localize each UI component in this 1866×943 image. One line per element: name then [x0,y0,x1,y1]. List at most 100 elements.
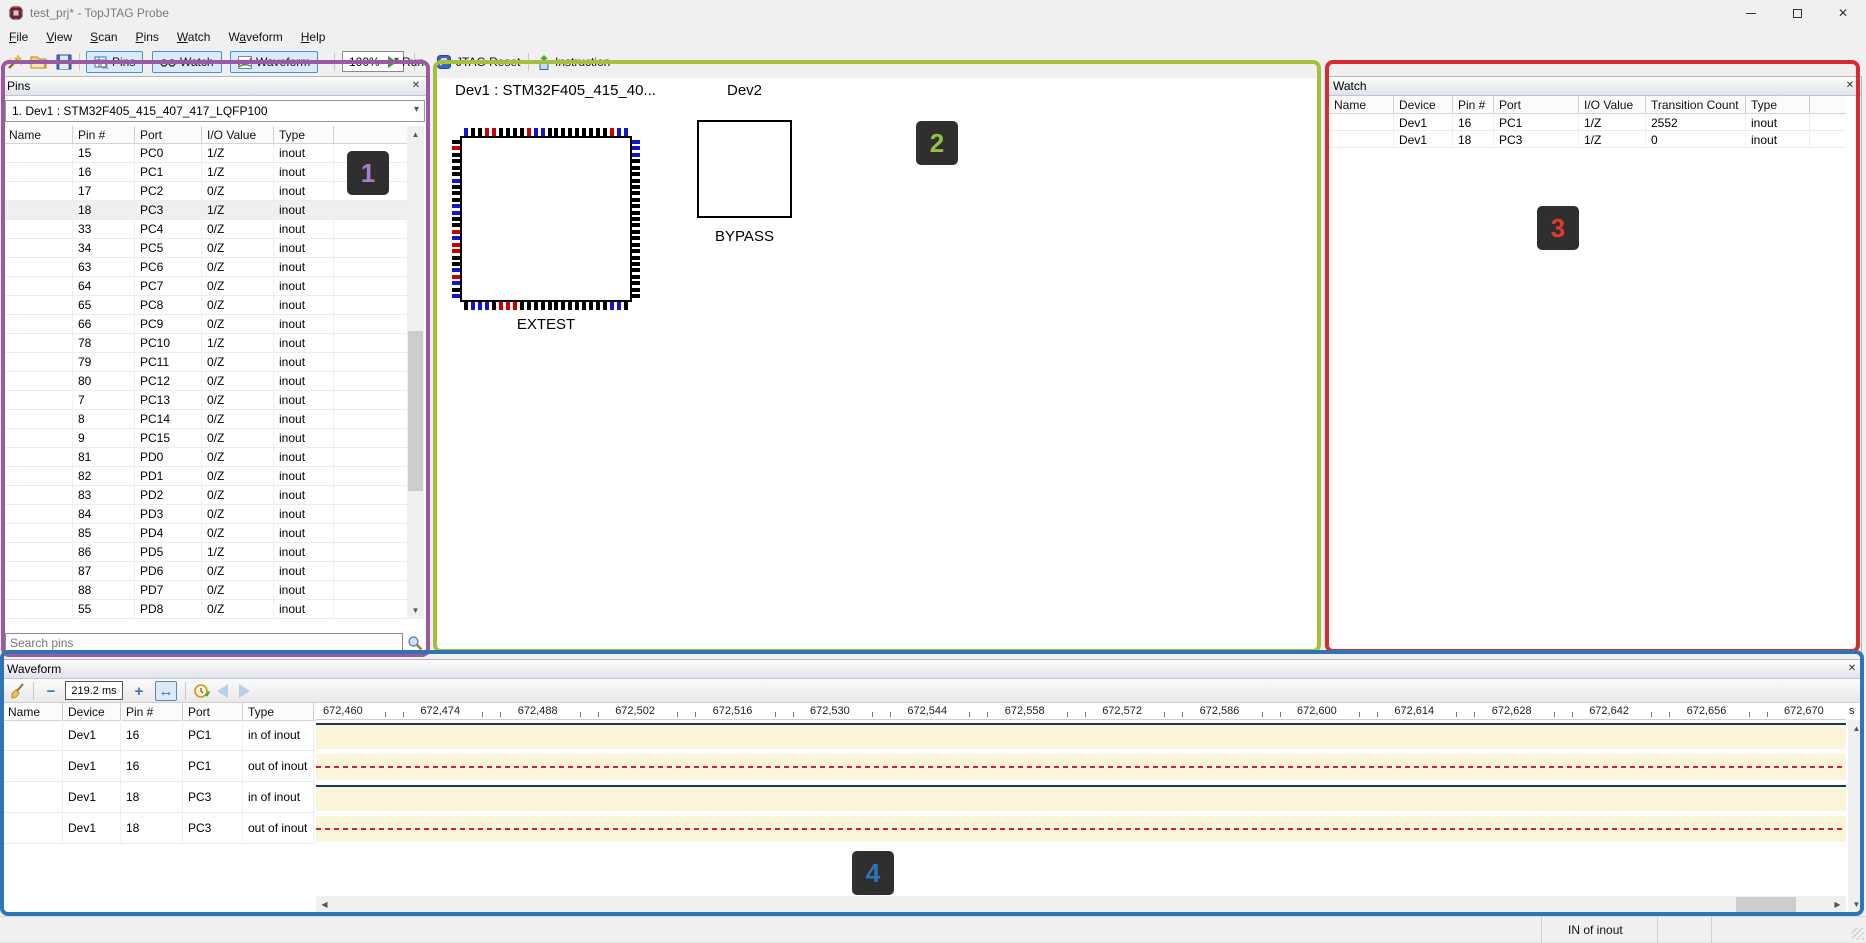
package-pin[interactable] [561,302,565,310]
prev-transition-icon[interactable] [217,681,228,701]
package-pin[interactable] [452,294,460,298]
column-header[interactable]: Port [1494,96,1579,113]
package-pin[interactable] [632,159,640,163]
package-pin[interactable] [506,302,510,310]
menu-item-scan[interactable]: Scan [81,26,126,49]
waveform-hscrollbar[interactable]: ◀ ▶ [316,896,1846,913]
waveform-close-icon[interactable]: ✕ [1845,662,1859,676]
package-pin[interactable] [617,128,621,136]
pin-row[interactable]: 7PC130/Zinout [4,391,407,410]
column-header[interactable]: Port [183,703,243,720]
pin-row[interactable]: 55PD80/Zinout [4,600,407,619]
package-pin[interactable] [485,302,489,310]
pin-row[interactable]: 64PC70/Zinout [4,277,407,296]
package-pin[interactable] [632,288,640,292]
package-pin[interactable] [452,217,460,221]
watch-close-icon[interactable]: ✕ [1843,79,1857,93]
waveform-row-labels[interactable]: Dev118PC3out of inout [3,813,316,844]
fit-width-button[interactable]: ↔ [155,681,177,701]
package-pin[interactable] [610,128,614,136]
package-pin[interactable] [632,185,640,189]
waveform-lane-dashed[interactable] [316,813,1846,844]
chip-view-panel[interactable]: Dev1 : STM32F405_415_40... EXTEST Dev2 B… [436,78,1320,652]
package-pin[interactable] [548,128,552,136]
zoom-in-button[interactable]: + [129,681,149,701]
package-pin[interactable] [452,249,460,253]
package-pin[interactable] [589,302,593,310]
package-pin[interactable] [582,302,586,310]
scrollbar-thumb[interactable] [408,331,423,491]
pin-row[interactable]: 78PC101/Zinout [4,334,407,353]
package-pin[interactable] [492,128,496,136]
column-header[interactable]: Device [63,703,121,720]
scroll-right-icon[interactable]: ▶ [1829,896,1846,913]
column-header[interactable]: Type [243,703,314,720]
package-pin[interactable] [632,172,640,176]
package-pin[interactable] [632,249,640,253]
package-pin[interactable] [632,179,640,183]
instruction-button[interactable]: Instruction [538,51,610,73]
column-header[interactable]: Transition Count [1646,96,1746,113]
minimize-button[interactable] [1728,0,1774,26]
package-pin[interactable] [452,223,460,227]
dev1-package[interactable] [452,128,640,310]
column-header[interactable]: Device [1394,96,1453,113]
column-header[interactable]: Name [1329,96,1394,113]
pin-row[interactable]: 81PD00/Zinout [4,448,407,467]
package-pin[interactable] [632,166,640,170]
package-pin[interactable] [452,166,460,170]
pin-row[interactable]: 9PC150/Zinout [4,429,407,448]
package-pin[interactable] [452,185,460,189]
pin-row[interactable]: 82PD10/Zinout [4,467,407,486]
scroll-down-icon[interactable]: ▼ [407,602,424,619]
package-pin[interactable] [632,275,640,279]
pin-row[interactable]: 79PC110/Zinout [4,353,407,372]
package-pin[interactable] [541,302,545,310]
package-pin[interactable] [575,128,579,136]
package-pin[interactable] [554,128,558,136]
package-pin[interactable] [464,128,468,136]
column-header[interactable]: Pin # [121,703,183,720]
package-pin[interactable] [632,211,640,215]
column-header[interactable]: I/O Value [1579,96,1646,113]
menu-item-file[interactable]: File [0,26,37,49]
package-pin[interactable] [527,128,531,136]
device-selector[interactable]: 1. Dev1 : STM32F405_415_407_417_LQFP100 … [5,100,425,122]
run-button[interactable]: Run [388,51,424,73]
pin-row[interactable]: 83PD20/Zinout [4,486,407,505]
package-pin[interactable] [632,191,640,195]
package-pin[interactable] [568,302,572,310]
waveform-row-labels[interactable]: Dev116PC1in of inout [3,720,316,751]
package-pin[interactable] [452,236,460,240]
menu-item-waveform[interactable]: Waveform [219,26,291,49]
package-pin[interactable] [617,302,621,310]
save-icon[interactable] [56,51,72,73]
package-pin[interactable] [499,128,503,136]
package-pin[interactable] [632,217,640,221]
pins-scrollbar[interactable]: ▲ ▼ [407,126,424,619]
open-project-icon[interactable] [30,51,48,73]
package-pin[interactable] [632,230,640,234]
zoom-out-button[interactable]: − [41,681,61,701]
scroll-up-icon[interactable]: ▲ [407,126,424,143]
pin-row[interactable]: 63PC60/Zinout [4,258,407,277]
watch-toggle-button[interactable]: Watch [152,51,222,73]
package-pin[interactable] [520,302,524,310]
package-pin[interactable] [632,140,640,144]
pin-row[interactable]: 17PC20/Zinout [4,182,407,201]
package-pin[interactable] [452,172,460,176]
package-pin[interactable] [452,198,460,202]
column-header[interactable]: Type [274,126,334,143]
pin-row[interactable]: 66PC90/Zinout [4,315,407,334]
menu-item-watch[interactable]: Watch [168,26,220,49]
package-pin[interactable] [632,204,640,208]
package-pin[interactable] [632,256,640,260]
package-pin[interactable] [632,153,640,157]
package-pin[interactable] [452,288,460,292]
package-pin[interactable] [596,302,600,310]
package-pin[interactable] [568,128,572,136]
package-pin[interactable] [632,262,640,266]
package-pin[interactable] [603,302,607,310]
package-pin[interactable] [452,146,460,150]
package-pin[interactable] [513,302,517,310]
